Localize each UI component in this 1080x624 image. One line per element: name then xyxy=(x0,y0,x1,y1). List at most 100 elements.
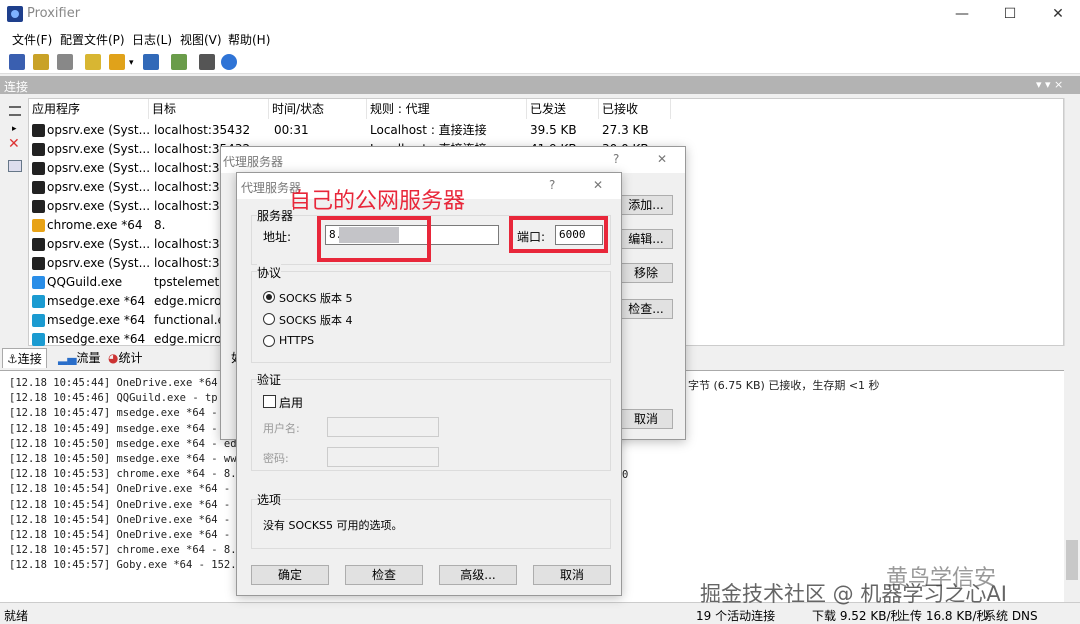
close-button[interactable]: ✕ xyxy=(1048,4,1068,24)
cell-app: opsrv.exe (Syst... xyxy=(47,256,149,270)
maximize-button[interactable]: ☐ xyxy=(1000,4,1020,24)
app-icon xyxy=(32,143,45,156)
panel-controls[interactable]: ▾ ▾ × xyxy=(1036,78,1063,91)
menu-help[interactable]: 帮助(H) xyxy=(228,31,270,48)
list-view-icon[interactable] xyxy=(9,106,21,116)
log-line: [12.18 10:45:54] OneDrive.exe *64 - xyxy=(9,529,231,541)
password-input[interactable] xyxy=(327,447,439,467)
dropdown-arrow-icon[interactable]: ▾ xyxy=(129,58,134,68)
table-scrollbar[interactable] xyxy=(1064,98,1080,346)
enable-auth-label: 启用 xyxy=(279,396,304,410)
menu-log[interactable]: 日志(L) xyxy=(132,31,172,48)
check-proxy-button[interactable]: 检查 xyxy=(345,565,423,585)
ok-button[interactable]: 确定 xyxy=(251,565,329,585)
cell-rule: Localhost : 直接连接 xyxy=(370,123,487,137)
app-icon xyxy=(32,238,45,251)
col-header-sent[interactable]: 已发送 xyxy=(527,99,599,119)
save-icon[interactable] xyxy=(57,54,73,70)
tab-statistics[interactable]: ◕统计 xyxy=(104,348,147,368)
edit-button[interactable]: 编辑... xyxy=(619,229,673,249)
log-line: [12.18 10:45:46] QQGuild.exe - tp xyxy=(9,392,218,405)
log-line: [12.18 10:45:44] OneDrive.exe *64 xyxy=(9,377,218,389)
username-input[interactable] xyxy=(327,417,439,437)
app-icon xyxy=(32,276,45,289)
app-icon xyxy=(32,257,45,270)
app-icon xyxy=(32,333,45,346)
server-group-label: 服务器 xyxy=(257,207,294,224)
cell-app: msedge.exe *64 xyxy=(47,294,146,308)
log-line: [12.18 10:45:54] OneDrive.exe *64 - xyxy=(9,483,231,496)
menu-profile[interactable]: 配置文件(P) xyxy=(60,31,125,48)
back-dialog-titlebar: 代理服务器 ? ✕ xyxy=(221,147,685,173)
cell-sent: 39.5 KB xyxy=(530,123,577,137)
status-ready: 就绪 xyxy=(4,609,29,623)
rules-icon[interactable] xyxy=(109,54,125,70)
col-header-app[interactable]: 应用程序 xyxy=(29,99,149,119)
cancel-button[interactable]: 取消 xyxy=(533,565,611,585)
log-line: [12.18 10:45:50] msedge.exe *64 - ed xyxy=(9,437,237,450)
socks4-label: SOCKS 版本 4 xyxy=(279,314,353,327)
app-icon xyxy=(32,314,45,327)
cell-app: opsrv.exe (Syst... xyxy=(47,161,149,175)
play-icon[interactable]: ▸ xyxy=(12,124,17,134)
table-row[interactable]: opsrv.exe (Syst... localhost:35432 00:31 Lo… xyxy=(29,121,1065,140)
menu-file[interactable]: 文件(F) xyxy=(12,31,52,48)
cell-app: QQGuild.exe xyxy=(47,275,123,289)
app-icon xyxy=(32,124,45,137)
col-header-time[interactable]: 时间/状态 xyxy=(269,99,367,119)
new-profile-icon[interactable] xyxy=(9,54,25,70)
advanced-button[interactable]: 高级... xyxy=(439,565,517,585)
help-icon[interactable] xyxy=(221,54,237,70)
back-dialog-close-button[interactable]: ✕ xyxy=(657,152,667,166)
app-icon xyxy=(32,219,45,232)
connections-tab-icon: ⚓ xyxy=(7,352,18,366)
col-header-recv[interactable]: 已接收 xyxy=(599,99,671,119)
log-tail-text: 字节 (6.75 KB) 已接收，生存期 <1 秒 xyxy=(688,379,880,392)
log-line: [12.18 10:45:53] chrome.exe *64 - 8. xyxy=(9,468,237,481)
auth-group-label: 验证 xyxy=(257,371,282,388)
window-icon[interactable] xyxy=(8,160,22,172)
dialog-close-button[interactable]: ✕ xyxy=(593,178,603,192)
add-button[interactable]: 添加... xyxy=(619,195,673,215)
print-icon[interactable] xyxy=(199,54,215,70)
cell-app: opsrv.exe (Syst... xyxy=(47,180,149,194)
connections-panel-header: 连接 ▾ ▾ × xyxy=(0,76,1080,94)
back-dialog-help-button[interactable]: ? xyxy=(613,152,619,166)
status-download: 下载 9.52 KB/秒 xyxy=(812,609,903,623)
check-button[interactable]: 检查... xyxy=(619,299,673,319)
cell-app: msedge.exe *64 xyxy=(47,313,146,327)
socks5-radio[interactable] xyxy=(263,291,275,303)
tab-connections[interactable]: ⚓连接 xyxy=(2,348,47,368)
title-bar: Proxifier — ☐ ✕ xyxy=(0,0,1080,28)
dialog-help-button[interactable]: ? xyxy=(549,178,555,192)
proxifier-app-icon xyxy=(7,6,23,22)
log-tail-text-2: 0 xyxy=(622,469,629,481)
open-profile-icon[interactable] xyxy=(33,54,49,70)
menu-view[interactable]: 视图(V) xyxy=(180,31,222,48)
https-radio[interactable] xyxy=(263,335,275,347)
app-icon xyxy=(32,200,45,213)
advanced-icon[interactable] xyxy=(171,54,187,70)
log-scrollbar-thumb[interactable] xyxy=(1066,540,1078,580)
back-cancel-button[interactable]: 取消 xyxy=(619,409,673,429)
username-label: 用户名: xyxy=(263,422,300,435)
cell-app: chrome.exe *64 xyxy=(47,218,143,232)
enable-auth-checkbox[interactable] xyxy=(263,395,276,408)
col-header-target[interactable]: 目标 xyxy=(149,99,269,119)
col-header-rule[interactable]: 规则 : 代理 xyxy=(367,99,527,119)
name-resolution-icon[interactable] xyxy=(143,54,159,70)
log-line: [12.18 10:45:50] msedge.exe *64 - ww xyxy=(9,453,237,465)
proxy-servers-icon[interactable] xyxy=(85,54,101,70)
close-connection-icon[interactable]: ✕ xyxy=(8,136,20,152)
remove-button[interactable]: 移除 xyxy=(619,263,673,283)
app-icon xyxy=(32,181,45,194)
socks4-radio[interactable] xyxy=(263,313,275,325)
log-scrollbar[interactable] xyxy=(1064,370,1080,602)
options-text: 没有 SOCKS5 可用的选项。 xyxy=(263,519,403,532)
tab-traffic[interactable]: ▂▄流量 xyxy=(54,348,104,368)
socks5-label: SOCKS 版本 5 xyxy=(279,292,353,305)
cell-app: opsrv.exe (Syst... xyxy=(47,237,149,251)
minimize-button[interactable]: — xyxy=(952,4,972,24)
traffic-tab-icon: ▂▄ xyxy=(58,351,77,365)
log-line: [12.18 10:45:57] chrome.exe *64 - 8. xyxy=(9,544,237,557)
